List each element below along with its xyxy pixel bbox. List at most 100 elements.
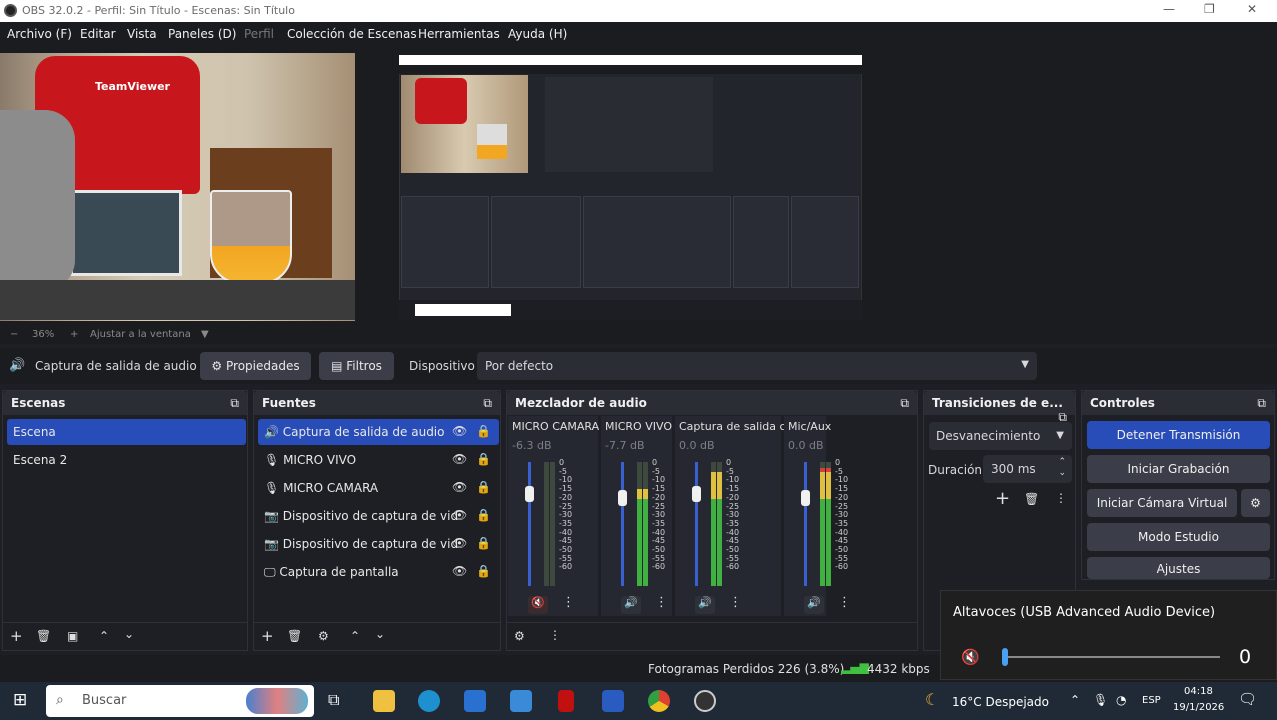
language-indicator[interactable]: ESP xyxy=(1142,695,1161,706)
menu-vista[interactable]: Vista xyxy=(127,27,157,41)
outlook-icon[interactable] xyxy=(464,690,486,712)
chrome-icon[interactable] xyxy=(648,690,670,712)
chevron-down-icon[interactable]: ▼ xyxy=(201,329,209,340)
more-icon[interactable]: ⋮ xyxy=(562,595,575,610)
virtual-camera-settings-icon[interactable]: ⚙ xyxy=(1241,489,1270,517)
chevron-down-icon[interactable]: ⌄ xyxy=(124,627,134,641)
chevron-down-icon[interactable]: ⌄ xyxy=(375,627,385,641)
volume-slider-thumb[interactable] xyxy=(1002,648,1008,666)
start-recording-button[interactable]: Iniciar Grabación xyxy=(1087,455,1270,483)
volume-fader-knob[interactable] xyxy=(618,490,627,506)
volume-fader-knob[interactable] xyxy=(692,486,701,502)
scene-item[interactable]: Escena xyxy=(7,419,246,445)
task-view-icon[interactable]: ⧉ xyxy=(328,690,339,710)
microphone-icon[interactable]: 🎙 xyxy=(1093,693,1108,707)
transition-select[interactable]: Desvanecimiento ▼ xyxy=(929,422,1072,450)
device-select[interactable]: Por defecto ▼ xyxy=(477,352,1037,380)
eye-icon[interactable]: 👁 xyxy=(452,480,467,494)
lock-icon[interactable]: 🔒 xyxy=(476,536,491,550)
volume-fader-knob[interactable] xyxy=(525,486,534,502)
eye-icon[interactable]: 👁 xyxy=(452,508,467,522)
wifi-icon[interactable]: ◔ xyxy=(1116,693,1126,707)
start-virtual-camera-button[interactable]: Iniciar Cámara Virtual xyxy=(1087,489,1237,517)
speaker-muted-icon[interactable]: 🔇 xyxy=(961,648,980,666)
eye-icon[interactable]: 👁 xyxy=(452,564,467,578)
speaker-muted-icon[interactable]: 🔇 xyxy=(528,596,548,614)
tray-chevron-icon[interactable]: ⌃ xyxy=(1070,693,1080,707)
speaker-icon[interactable]: 🔊 xyxy=(621,596,641,614)
speaker-icon[interactable]: 🔊 xyxy=(695,596,715,614)
more-icon[interactable]: ⋮ xyxy=(729,595,742,610)
menu-perfil[interactable]: Perfil xyxy=(244,27,274,41)
more-icon[interactable]: ⋮ xyxy=(838,595,851,610)
volume-fader-track[interactable] xyxy=(528,462,531,586)
filters-button[interactable]: ▤ Filtros xyxy=(319,352,394,380)
menu-herramientas[interactable]: Herramientas xyxy=(418,27,500,41)
eye-icon[interactable]: 👁 xyxy=(452,424,467,438)
spin-down-icon[interactable]: ⌄ xyxy=(1058,468,1066,478)
duration-input[interactable]: 300 ms ⌃ ⌄ xyxy=(983,455,1072,483)
file-explorer-icon[interactable] xyxy=(373,690,395,712)
fit-window-label[interactable]: Ajustar a la ventana xyxy=(90,329,191,340)
settings-button[interactable]: Ajustes xyxy=(1087,557,1270,579)
undock-icon[interactable]: ⧉ xyxy=(1257,396,1266,411)
add-icon[interactable]: + xyxy=(261,627,274,645)
gear-icon[interactable]: ⚙ xyxy=(514,629,525,643)
properties-button[interactable]: ⚙ Propiedades xyxy=(200,352,311,380)
windows-start-icon[interactable]: ⊞ xyxy=(13,690,27,710)
lock-icon[interactable]: 🔒 xyxy=(476,564,491,578)
zoom-in-button[interactable]: + xyxy=(70,329,78,340)
clock-time[interactable]: 04:18 xyxy=(1184,686,1213,697)
lock-icon[interactable]: 🔒 xyxy=(476,424,491,438)
more-icon[interactable]: ⋮ xyxy=(1055,491,1067,505)
speaker-icon[interactable]: 🔊 xyxy=(804,596,824,614)
menu-archivo[interactable]: Archivo (F) xyxy=(7,27,72,41)
lock-icon[interactable]: 🔒 xyxy=(476,452,491,466)
trash-icon[interactable]: 🗑 xyxy=(36,629,51,643)
scene-item[interactable]: Escena 2 xyxy=(7,447,246,473)
menu-paneles[interactable]: Paneles (D) xyxy=(168,27,236,41)
menu-ayuda[interactable]: Ayuda (H) xyxy=(508,27,567,41)
volume-fader-knob[interactable] xyxy=(801,490,810,506)
trash-icon[interactable]: 🗑 xyxy=(287,629,302,643)
weather-text[interactable]: 16°C Despejado xyxy=(952,695,1049,709)
chevron-up-icon[interactable]: ⌃ xyxy=(350,629,360,643)
volume-fader-track[interactable] xyxy=(804,462,807,586)
app-icon[interactable] xyxy=(558,690,574,712)
spin-up-icon[interactable]: ⌃ xyxy=(1058,457,1066,467)
restore-icon[interactable]: ❐ xyxy=(1204,2,1215,16)
add-icon[interactable]: + xyxy=(995,488,1010,509)
store-icon[interactable] xyxy=(510,690,532,712)
stop-streaming-button[interactable]: Detener Transmisión xyxy=(1087,421,1270,449)
eye-icon[interactable]: 👁 xyxy=(452,452,467,466)
add-icon[interactable]: + xyxy=(10,627,23,645)
more-icon[interactable]: ⋮ xyxy=(655,595,668,610)
undock-icon[interactable]: ⧉ xyxy=(900,396,909,411)
taskbar-search[interactable]: ⌕ Buscar xyxy=(46,685,314,717)
studio-mode-button[interactable]: Modo Estudio xyxy=(1087,523,1270,551)
zoom-out-button[interactable]: − xyxy=(10,329,18,340)
more-icon[interactable]: ⋮ xyxy=(549,628,561,642)
word-icon[interactable] xyxy=(602,690,624,712)
undock-icon[interactable]: ⧉ xyxy=(230,396,239,411)
minimize-icon[interactable]: — xyxy=(1163,2,1175,16)
gear-icon[interactable]: ⚙ xyxy=(318,629,329,643)
selected-source-name: Captura de salida de audio xyxy=(35,359,197,373)
volume-slider-track[interactable] xyxy=(1005,656,1220,658)
eye-icon[interactable]: 👁 xyxy=(452,536,467,550)
lock-icon[interactable]: 🔒 xyxy=(476,480,491,494)
filter-icon[interactable]: ▣ xyxy=(67,629,78,643)
menu-coleccion-escenas[interactable]: Colección de Escenas xyxy=(287,27,417,41)
volume-fader-track[interactable] xyxy=(621,462,624,586)
chevron-up-icon[interactable]: ⌃ xyxy=(99,629,109,643)
clock-date[interactable]: 19/1/2026 xyxy=(1173,702,1224,713)
edge-icon[interactable] xyxy=(418,690,440,712)
menu-editar[interactable]: Editar xyxy=(80,27,116,41)
lock-icon[interactable]: 🔒 xyxy=(476,508,491,522)
trash-icon[interactable]: 🗑 xyxy=(1024,492,1039,506)
close-icon[interactable]: ✕ xyxy=(1247,2,1257,16)
undock-icon[interactable]: ⧉ xyxy=(483,396,492,411)
obs-taskbar-icon[interactable] xyxy=(694,690,716,712)
volume-fader-track[interactable] xyxy=(695,462,698,586)
notifications-icon[interactable]: 🗨 xyxy=(1238,690,1257,708)
